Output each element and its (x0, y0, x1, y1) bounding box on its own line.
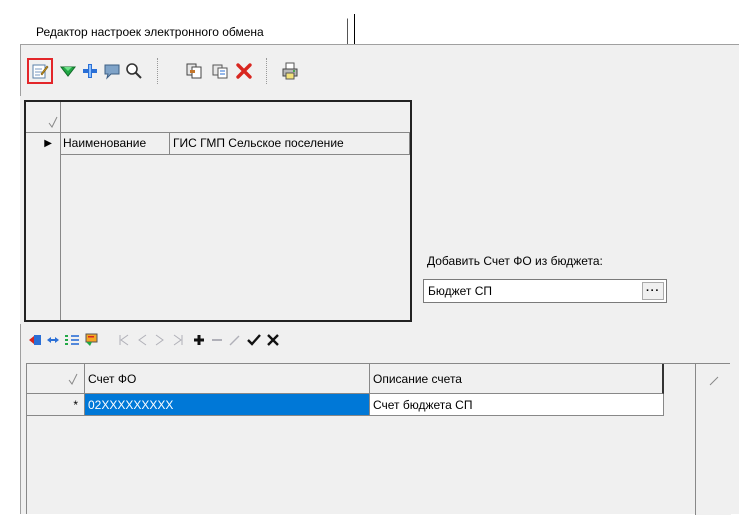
check-mark-icon (48, 116, 58, 128)
tab-label: Редактор настроек электронного обмена (36, 24, 264, 39)
tab-divider (354, 14, 355, 44)
post-icon[interactable] (246, 332, 262, 348)
search-icon[interactable] (124, 61, 144, 81)
name-value-cell[interactable]: ГИС ГМП Сельское поселение (170, 132, 410, 154)
tab-editor[interactable]: Редактор настроек электронного обмена (26, 18, 348, 44)
description-cell[interactable]: Счет бюджета СП (370, 394, 664, 416)
column-header-account[interactable]: Счет ФО (85, 364, 370, 394)
delete-icon[interactable] (210, 332, 224, 348)
resize-grip-icon (709, 376, 719, 386)
budget-label: Добавить Счет ФО из бюджета: (427, 254, 603, 268)
delete-icon[interactable] (234, 61, 254, 81)
name-label-cell: Наименование (60, 132, 170, 154)
grid-header (26, 102, 410, 133)
link-icon[interactable] (46, 332, 60, 348)
cancel-icon[interactable] (266, 332, 280, 348)
settings-grid[interactable]: ▶ Наименование ГИС ГМП Сельское поселени… (24, 100, 412, 322)
edit-icon[interactable] (30, 61, 50, 81)
check-mark-icon (68, 373, 78, 385)
filter-flag-icon[interactable] (84, 332, 100, 348)
ellipsis-button[interactable]: ··· (642, 282, 664, 300)
paste-icon[interactable] (210, 61, 230, 81)
grid-header: Счет ФО Описание счета (27, 364, 664, 394)
budget-lookup[interactable]: Бюджет СП ··· (423, 279, 667, 303)
vertical-scrollbar[interactable] (695, 364, 731, 515)
add-row-icon[interactable] (80, 61, 100, 81)
import-icon[interactable] (28, 332, 42, 348)
comment-icon[interactable] (102, 61, 122, 81)
prev-icon[interactable] (136, 332, 148, 348)
row-indicator: ▶ (44, 137, 52, 149)
accounts-grid[interactable]: Счет ФО Описание счета * 02XXXXXXXXX Сче… (26, 363, 731, 515)
insert-icon[interactable] (192, 332, 206, 348)
table-row[interactable]: Наименование ГИС ГМП Сельское поселение (60, 132, 410, 155)
filter-icon[interactable] (58, 61, 78, 81)
copy-icon[interactable] (184, 61, 204, 81)
next-icon[interactable] (154, 332, 166, 348)
table-row[interactable]: * 02XXXXXXXXX Счет бюджета СП (27, 394, 664, 416)
list-icon[interactable] (64, 332, 80, 348)
column-header-description[interactable]: Описание счета (370, 364, 664, 394)
account-cell[interactable]: 02XXXXXXXXX (85, 394, 370, 416)
navigator-bar (24, 330, 736, 352)
toolbar-separator (157, 58, 159, 84)
header-indicator (27, 364, 85, 394)
first-icon[interactable] (118, 332, 130, 348)
row-indicator: * (27, 394, 85, 416)
last-icon[interactable] (172, 332, 184, 348)
toolbar (24, 50, 736, 90)
edit-icon[interactable] (228, 332, 242, 348)
toolbar-separator (266, 58, 268, 84)
print-icon[interactable] (280, 61, 300, 81)
budget-value: Бюджет СП (428, 284, 493, 298)
